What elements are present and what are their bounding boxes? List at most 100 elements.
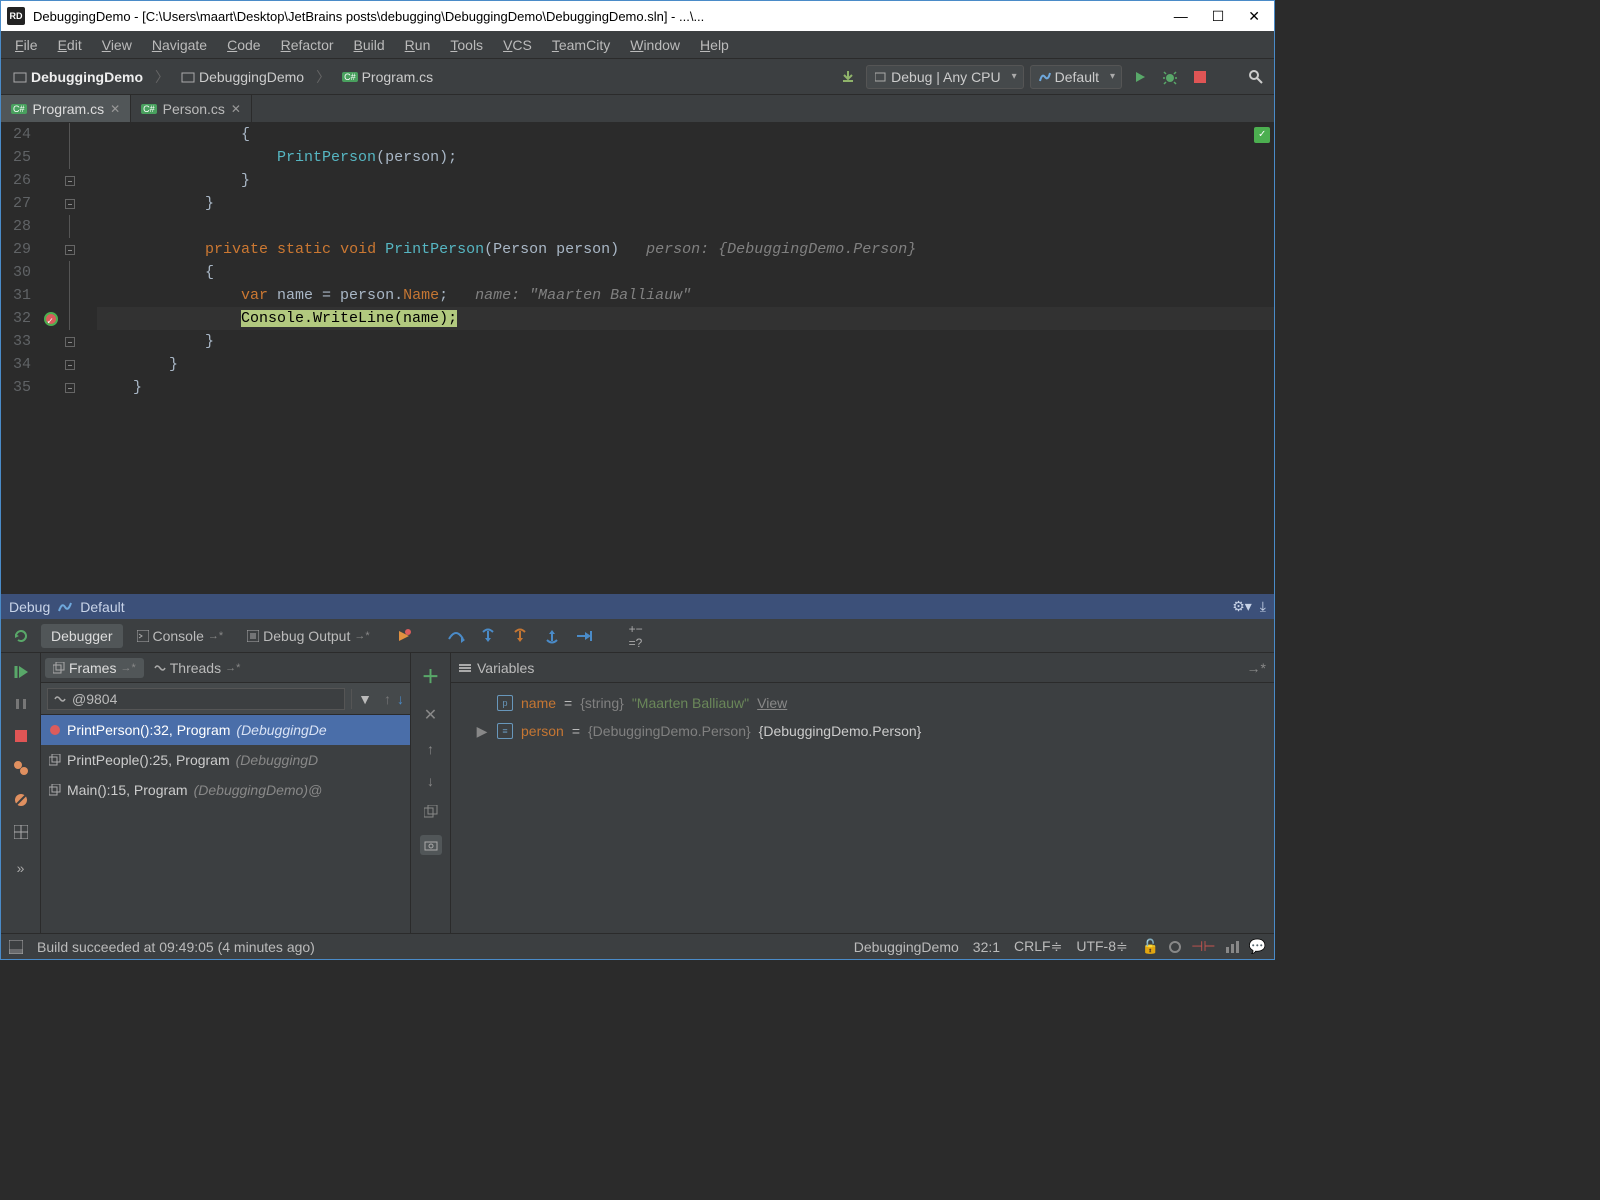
step-into-button[interactable]	[478, 626, 498, 646]
duplicate-button[interactable]	[424, 805, 438, 819]
tab-debugger[interactable]: Debugger	[41, 624, 123, 648]
status-encoding[interactable]: UTF-8≑	[1076, 938, 1127, 955]
lock-icon[interactable]: 🔓	[1142, 938, 1159, 955]
step-over-button[interactable]	[446, 626, 466, 646]
close-tab-icon[interactable]: ✕	[110, 102, 120, 116]
debug-button[interactable]	[1158, 65, 1182, 89]
menu-file[interactable]: File	[7, 35, 46, 55]
menu-navigate[interactable]: Navigate	[144, 35, 215, 55]
stack-frame[interactable]: PrintPerson():32, Program (DebuggingDe	[41, 715, 410, 745]
tab-debug-output[interactable]: Debug Output →*	[237, 624, 379, 648]
breadcrumb-solution[interactable]: DebuggingDemo	[175, 67, 310, 87]
fold-toggle[interactable]	[65, 245, 75, 255]
menu-help[interactable]: Help	[692, 35, 737, 55]
prev-frame-button[interactable]: ↑	[384, 691, 391, 707]
debug-toolwindow-header[interactable]: Debug Default ⚙▾ ⤓	[1, 593, 1274, 619]
stack-frame[interactable]: PrintPeople():25, Program (DebuggingD	[41, 745, 410, 775]
breakpoint-dot-icon	[49, 724, 61, 736]
view-link[interactable]: View	[757, 695, 787, 711]
git-icon[interactable]: ⊣⊢	[1191, 938, 1215, 955]
minimize-button[interactable]: —	[1174, 8, 1188, 25]
stop-debug-button[interactable]	[10, 725, 32, 747]
run-target-dropdown[interactable]: Default	[1030, 65, 1122, 89]
mute-breakpoints-button[interactable]	[10, 789, 32, 811]
thread-dropdown-caret[interactable]: ▼	[351, 689, 378, 709]
move-down-button[interactable]: ↓	[427, 773, 434, 789]
breakpoint-gutter[interactable]	[37, 123, 65, 593]
editor-tab-person-cs[interactable]: C#Person.cs✕	[131, 95, 252, 122]
remove-watch-button[interactable]: ✕	[424, 705, 437, 725]
show-execution-point-button[interactable]	[394, 626, 414, 646]
close-tab-icon[interactable]: ✕	[231, 102, 241, 116]
run-to-cursor-button[interactable]	[574, 626, 594, 646]
toolwindow-icon[interactable]	[9, 940, 23, 954]
thread-selector[interactable]: @9804	[47, 688, 345, 710]
fold-toggle[interactable]	[65, 360, 75, 370]
variable-row[interactable]: ▶≡person = {DebuggingDemo.Person} {Debug…	[455, 717, 1270, 745]
new-watch-button[interactable]: ＋	[422, 663, 440, 689]
step-out-button[interactable]	[542, 626, 562, 646]
debugger-tab-row: Debugger Console →* Debug Output →* +−=?	[1, 619, 1274, 653]
menu-build[interactable]: Build	[346, 35, 393, 55]
variables-list[interactable]: pname = {string} "Maarten Balliauw" View…	[451, 683, 1274, 933]
frames-list[interactable]: PrintPerson():32, Program (DebuggingDePr…	[41, 715, 410, 933]
layout-button[interactable]	[10, 821, 32, 843]
menu-refactor[interactable]: Refactor	[273, 35, 342, 55]
close-button[interactable]: ✕	[1248, 8, 1260, 25]
fold-toggle[interactable]	[65, 337, 75, 347]
move-up-button[interactable]: ↑	[427, 741, 434, 757]
status-project[interactable]: DebuggingDemo	[854, 939, 959, 955]
inspection-ok-icon[interactable]: ✓	[1254, 127, 1270, 143]
status-line-sep[interactable]: CRLF≑	[1014, 938, 1062, 955]
tab-console[interactable]: Console →*	[127, 624, 234, 648]
stack-frame[interactable]: Main():15, Program (DebuggingDemo)@	[41, 775, 410, 805]
menu-window[interactable]: Window	[622, 35, 688, 55]
editor[interactable]: 242526272829303132333435 { PrintPerson(p…	[1, 123, 1274, 593]
force-step-into-button[interactable]	[510, 626, 530, 646]
fold-toggle[interactable]	[65, 199, 75, 209]
menu-edit[interactable]: Edit	[50, 35, 90, 55]
show-watches-button[interactable]	[420, 835, 442, 855]
debug-settings-icon[interactable]: ⚙▾	[1232, 598, 1252, 615]
menu-vcs[interactable]: VCS	[495, 35, 540, 55]
stop-button[interactable]	[1188, 65, 1212, 89]
frames-side-toolbar: ＋ ✕ ↑ ↓	[411, 653, 451, 933]
run-config-dropdown[interactable]: Debug | Any CPU	[866, 65, 1023, 89]
memory-indicator-icon[interactable]	[1226, 941, 1239, 953]
fold-toggle[interactable]	[65, 383, 75, 393]
variable-type-icon: ≡	[497, 723, 513, 739]
breakpoint-icon[interactable]	[44, 312, 58, 326]
pause-button[interactable]	[10, 693, 32, 715]
tab-threads[interactable]: Threads→*	[146, 658, 249, 678]
tab-frames[interactable]: Frames→*	[45, 658, 144, 678]
resume-button[interactable]	[10, 661, 32, 683]
status-caret-pos[interactable]: 32:1	[973, 939, 1000, 955]
fold-toggle[interactable]	[65, 176, 75, 186]
breadcrumb-file[interactable]: C# Program.cs	[336, 67, 439, 87]
menu-teamcity[interactable]: TeamCity	[544, 35, 618, 55]
maximize-button[interactable]: ☐	[1212, 8, 1225, 25]
more-button[interactable]: »	[10, 857, 32, 879]
rerun-button[interactable]	[5, 627, 37, 645]
run-button[interactable]	[1128, 65, 1152, 89]
expand-icon[interactable]: ▶	[475, 723, 489, 740]
csharp-icon: C#	[141, 104, 157, 114]
code-area[interactable]: { PrintPerson(person); } } private stati…	[97, 123, 1274, 593]
breadcrumb-project[interactable]: DebuggingDemo	[7, 67, 149, 87]
variable-row[interactable]: pname = {string} "Maarten Balliauw" View	[455, 689, 1270, 717]
menu-view[interactable]: View	[94, 35, 140, 55]
progress-circle-icon[interactable]	[1169, 941, 1181, 953]
view-breakpoints-button[interactable]	[10, 757, 32, 779]
search-everywhere-button[interactable]	[1244, 65, 1268, 89]
notifications-icon[interactable]: 💬	[1249, 938, 1266, 955]
evaluate-expression-button[interactable]: +−=?	[626, 626, 646, 646]
menu-code[interactable]: Code	[219, 35, 268, 55]
next-frame-button[interactable]: ↓	[397, 691, 404, 707]
build-button[interactable]	[836, 65, 860, 89]
variables-pin-icon[interactable]: →*	[1247, 660, 1266, 676]
fold-gutter[interactable]	[65, 123, 97, 593]
menu-run[interactable]: Run	[397, 35, 439, 55]
debug-hide-icon[interactable]: ⤓	[1260, 598, 1266, 615]
editor-tab-program-cs[interactable]: C#Program.cs✕	[1, 95, 131, 122]
menu-tools[interactable]: Tools	[442, 35, 491, 55]
